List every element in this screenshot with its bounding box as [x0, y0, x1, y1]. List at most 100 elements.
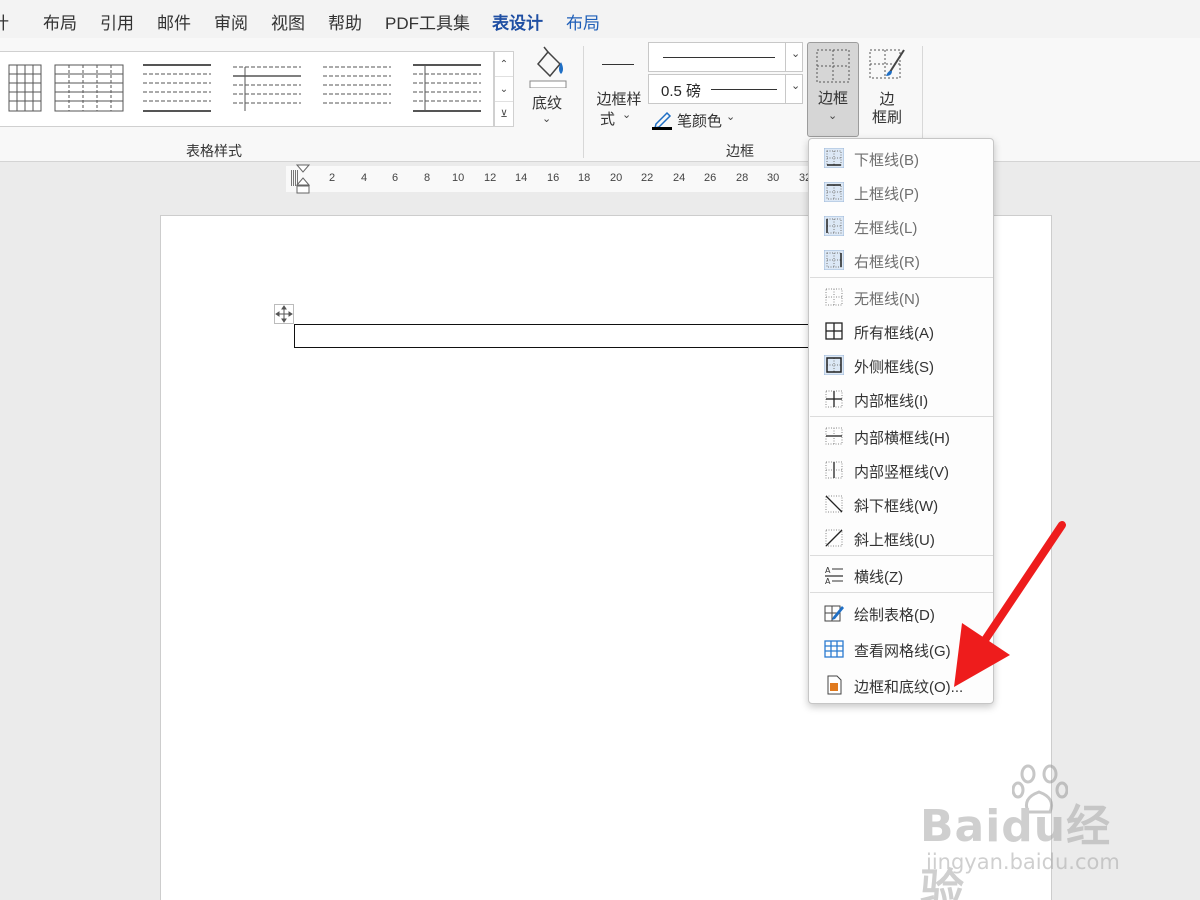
menu-item-right-border[interactable]: 右框线(R): [810, 245, 993, 275]
menu-item-inside-vertical-border[interactable]: 内部竖框线(V): [810, 455, 993, 485]
table-styles-group-label: 表格样式: [186, 143, 242, 159]
ruler-mark: 10: [452, 172, 465, 184]
indent-marker-icon[interactable]: [296, 164, 310, 194]
pen-style-line: [663, 57, 775, 58]
ruler-mark: 22: [641, 172, 654, 184]
baidu-watermark: Baidu经验 jingyan.baidu.com: [920, 760, 1150, 900]
menu-item-label: 无框线(N): [854, 291, 920, 308]
table-move-handle[interactable]: [274, 304, 294, 324]
menu-item-inside-horizontal-border[interactable]: 内部横框线(H): [810, 421, 993, 451]
chevron-down-icon: ⌄: [726, 111, 736, 123]
tab-mailings[interactable]: 邮件: [157, 9, 191, 34]
borders-and-shading-icon: [827, 675, 842, 695]
menu-item-all-borders[interactable]: 所有框线(A): [810, 316, 993, 346]
watermark-logo-text: Baidu经验: [920, 801, 1112, 900]
ruler-mark: 12: [484, 172, 497, 184]
tab-table-design[interactable]: 表设计: [492, 9, 543, 41]
pen-style-combo[interactable]: ⌄: [648, 42, 803, 72]
gallery-more-icon[interactable]: ⊻: [495, 102, 513, 127]
pen-color-label: 笔颜色: [677, 113, 723, 130]
table-style-thumbnail[interactable]: [411, 62, 483, 114]
tab-pdf-tools[interactable]: PDF工具集: [385, 9, 470, 34]
borders-icon: [816, 49, 850, 83]
menu-item-label: 内部横框线(H): [854, 430, 950, 447]
tab-help[interactable]: 帮助: [328, 9, 362, 34]
ruler-mark: 16: [547, 172, 560, 184]
tab-design[interactable]: 计: [0, 9, 9, 34]
table-style-thumbnail[interactable]: [321, 62, 393, 114]
pen-color-button[interactable]: 笔颜色 ⌄: [652, 108, 742, 132]
group-separator: [583, 46, 584, 158]
tab-review[interactable]: 审阅: [214, 9, 248, 34]
tab-layout[interactable]: 布局: [43, 9, 77, 34]
inside-horizontal-border-icon: [825, 427, 843, 445]
table-style-thumbnail[interactable]: [141, 62, 213, 114]
chevron-down-icon: ⌄: [791, 48, 801, 60]
border-painter-icon: [869, 49, 905, 79]
bottom-border-icon: [824, 148, 844, 168]
menu-item-label: 右框线(R): [854, 254, 920, 271]
chevron-down-icon: ⌄: [542, 113, 552, 125]
table-styles-gallery[interactable]: [0, 51, 494, 127]
outside-borders-icon: [824, 355, 844, 375]
menu-item-top-border[interactable]: 上框线(P): [810, 177, 993, 207]
move-icon: [275, 305, 293, 323]
border-painter-label-line2: 框刷: [871, 109, 902, 126]
diagonal-up-border-icon: [825, 529, 843, 547]
right-border-icon: [824, 250, 844, 270]
borders-button[interactable]: 边框 ⌄: [807, 42, 859, 137]
pen-icon: [652, 111, 672, 130]
borders-button-label: 边框: [817, 90, 848, 107]
border-styles-label-line1: 边框样: [596, 91, 642, 108]
gallery-scroll-buttons[interactable]: ⌃ ⌄ ⊻: [494, 51, 514, 127]
menu-item-label: 左框线(L): [854, 220, 918, 237]
border-styles-button[interactable]: 边框样 式 ⌄: [594, 50, 644, 130]
menu-item-outside-borders[interactable]: 外侧框线(S): [810, 350, 993, 380]
table-style-thumbnail[interactable]: [53, 62, 125, 114]
gallery-scroll-up-icon[interactable]: ⌃: [495, 52, 513, 77]
ruler-mark: 4: [361, 172, 368, 184]
menu-item-left-border[interactable]: 左框线(L): [810, 211, 993, 241]
menu-item-label: 外侧框线(S): [854, 359, 934, 376]
border-styles-label-line2: 式: [600, 111, 616, 128]
border-style-line-icon: [602, 64, 634, 65]
table-style-thumbnail[interactable]: [231, 62, 303, 114]
chevron-down-icon: ⌄: [828, 110, 838, 122]
menu-item-label: 查看网格线(G): [854, 643, 951, 660]
horizontal-ruler[interactable]: 2 4 6 8 10 12 14 16 18 20 22 24 26 28 30…: [286, 164, 826, 194]
pen-weight-combo[interactable]: 0.5 磅 ⌄: [648, 74, 803, 104]
tab-table-layout[interactable]: 布局: [566, 9, 600, 34]
menu-item-bottom-border[interactable]: 下框线(B): [810, 143, 993, 173]
tab-view[interactable]: 视图: [271, 9, 305, 34]
shading-button[interactable]: 底纹 ⌄: [524, 42, 570, 128]
gallery-scroll-down-icon[interactable]: ⌄: [495, 77, 513, 102]
ruler-mark: 2: [329, 172, 336, 184]
chevron-down-icon: ⌄: [791, 80, 801, 92]
menu-separator: [810, 277, 993, 278]
tab-references[interactable]: 引用: [100, 9, 134, 34]
watermark-url: jingyan.baidu.com: [926, 850, 1120, 874]
document-table[interactable]: [294, 324, 814, 348]
menu-item-label: 内部竖框线(V): [854, 464, 949, 481]
svg-text:A: A: [825, 577, 831, 585]
menu-item-label: 斜下框线(W): [854, 498, 939, 515]
diagonal-down-border-icon: [825, 495, 843, 513]
shading-label: 底纹: [531, 95, 562, 112]
inside-vertical-border-icon: [825, 461, 843, 479]
ribbon: ⌃ ⌄ ⊻ 表格样式 底纹 ⌄ 边框样 式 ⌄ ⌄ 0.5 磅 ⌄ 笔颜色 ⌄ …: [0, 38, 1200, 162]
ruler-mark: 30: [767, 172, 780, 184]
inside-borders-icon: [825, 390, 843, 408]
ruler-mark: 20: [610, 172, 623, 184]
menu-item-label: 斜上框线(U): [854, 532, 935, 549]
ruler-mark: 18: [578, 172, 591, 184]
menu-item-label: 下框线(B): [854, 152, 919, 169]
border-painter-button[interactable]: 边 框刷: [864, 44, 910, 128]
menu-item-inside-borders[interactable]: 内部框线(I): [810, 384, 993, 414]
ruler-mark: 6: [392, 172, 399, 184]
left-border-icon: [824, 216, 844, 236]
ribbon-tab-bar: 计 布局 引用 邮件 审阅 视图 帮助 PDF工具集 表设计 布局: [0, 0, 1200, 41]
paint-bucket-icon: [529, 46, 567, 88]
draw-table-icon: [824, 605, 844, 622]
svg-text:A: A: [825, 566, 831, 575]
menu-item-no-border[interactable]: 无框线(N): [810, 282, 993, 312]
